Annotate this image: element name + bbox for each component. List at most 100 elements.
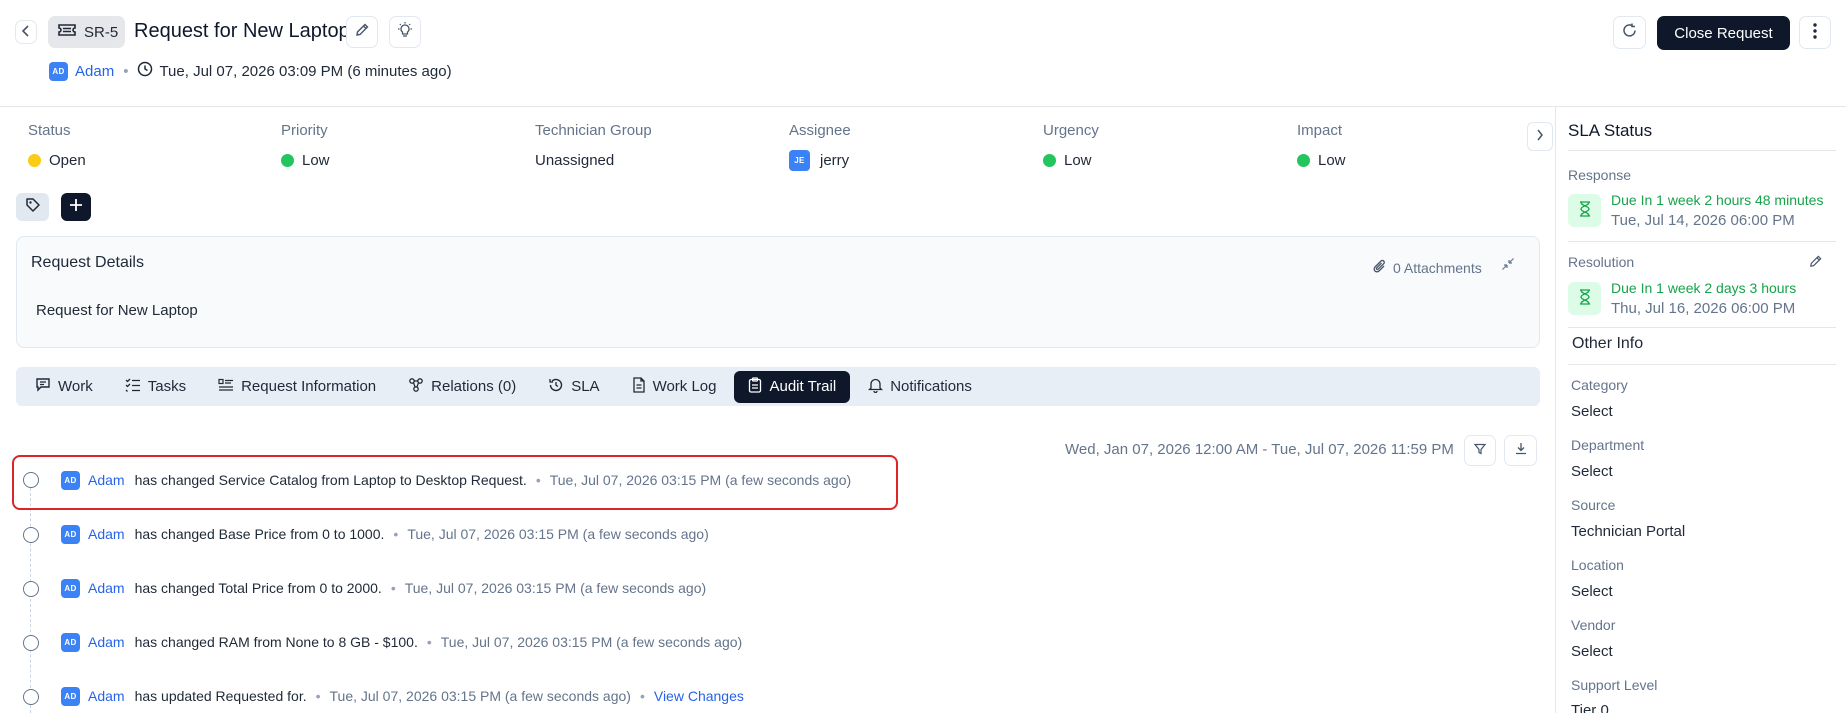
audit-entry-radio[interactable] — [23, 527, 39, 543]
paperclip-icon — [1373, 259, 1387, 277]
user-link[interactable]: Adam — [88, 688, 125, 704]
filter-button[interactable] — [1464, 435, 1496, 466]
status-text: Open — [49, 152, 86, 169]
ticket-id: SR-5 — [84, 23, 119, 41]
vendor-label: Vendor — [1571, 617, 1616, 633]
support-level-label: Support Level — [1571, 677, 1658, 693]
header-divider — [0, 106, 1846, 107]
download-icon — [1515, 442, 1527, 459]
resolution-due: Due In 1 week 2 days 3 hours — [1611, 280, 1797, 296]
audit-date-range[interactable]: Wed, Jan 07, 2026 12:00 AM - Tue, Jul 07… — [1065, 441, 1454, 458]
attachments-link[interactable]: 0 Attachments — [1373, 259, 1482, 277]
support-level-select[interactable]: Tier 0 — [1571, 702, 1609, 713]
audit-entry-radio[interactable] — [23, 689, 39, 705]
sidebar-divider-line — [1568, 150, 1836, 151]
tab-work-log[interactable]: Work Log — [618, 371, 731, 403]
audit-entry: AD Adam has changed RAM from None to 8 G… — [61, 627, 742, 657]
vendor-select[interactable]: Select — [1571, 643, 1613, 660]
audit-text: has changed RAM from None to 8 GB - $100… — [134, 634, 418, 650]
user-link[interactable]: Adam — [88, 634, 125, 650]
user-link[interactable]: Adam — [88, 580, 125, 596]
response-due: Due In 1 week 2 hours 48 minutes — [1611, 192, 1824, 208]
status-dot — [28, 154, 41, 167]
edit-title-button[interactable] — [346, 16, 378, 48]
view-changes-link[interactable]: View Changes — [654, 688, 744, 704]
tag-button[interactable] — [16, 193, 49, 221]
user-link[interactable]: Adam — [88, 526, 125, 542]
tab-request-information[interactable]: Request Information — [204, 371, 390, 403]
user-avatar: AD — [61, 632, 80, 652]
audit-text: has changed Base Price from 0 to 1000. — [134, 526, 385, 542]
download-button[interactable] — [1504, 435, 1537, 466]
sla-status-title: SLA Status — [1568, 121, 1653, 140]
tab-label: Relations (0) — [431, 378, 517, 395]
sidebar-divider-line — [1568, 364, 1836, 365]
more-options-button[interactable] — [1799, 16, 1831, 49]
separator-dot: • — [393, 526, 399, 542]
user-avatar: AD — [61, 524, 80, 544]
audit-entry-radio[interactable] — [23, 472, 39, 488]
user-avatar: AD — [61, 470, 80, 490]
hourglass-icon — [1579, 288, 1591, 309]
impact-text: Low — [1318, 152, 1346, 169]
author-line: AD Adam • Tue, Jul 07, 2026 03:09 PM (6 … — [49, 61, 452, 81]
resolution-hourglass-badge — [1568, 282, 1601, 315]
tab-label: Work Log — [652, 378, 717, 395]
separator-dot: • — [426, 634, 432, 650]
audit-entry-radio[interactable] — [23, 635, 39, 651]
close-request-button[interactable]: Close Request — [1657, 16, 1790, 50]
urgency-text: Low — [1064, 152, 1092, 169]
audit-entry-radio[interactable] — [23, 581, 39, 597]
priority-text: Low — [302, 152, 330, 169]
separator-dot: • — [123, 62, 129, 80]
tab-tasks[interactable]: Tasks — [111, 371, 200, 403]
refresh-icon — [1621, 22, 1638, 43]
suggestion-button[interactable] — [389, 16, 421, 48]
collapse-sidebar-button[interactable] — [1527, 122, 1553, 151]
response-hourglass-badge — [1568, 194, 1601, 227]
tab-label: Tasks — [147, 378, 187, 395]
audit-text: has changed Total Price from 0 to 2000. — [134, 580, 382, 596]
author-link[interactable]: Adam — [75, 63, 114, 80]
lightbulb-icon — [396, 21, 414, 43]
technician-group-text: Unassigned — [535, 152, 615, 169]
separator-dot: • — [639, 688, 645, 704]
request-description: Request for New Laptop — [36, 302, 198, 319]
urgency-value[interactable]: Low — [1043, 152, 1092, 169]
tab-notifications[interactable]: Notifications — [854, 371, 986, 403]
technician-group-value[interactable]: Unassigned — [535, 152, 614, 169]
priority-dot — [281, 154, 294, 167]
pencil-icon — [1808, 255, 1823, 273]
separator-dot: • — [390, 580, 396, 596]
location-select[interactable]: Select — [1571, 583, 1613, 600]
impact-value[interactable]: Low — [1297, 152, 1346, 169]
user-link[interactable]: Adam — [88, 472, 125, 488]
tab-work[interactable]: Work — [21, 371, 107, 403]
status-value[interactable]: Open — [28, 152, 86, 169]
back-button[interactable] — [15, 20, 37, 44]
tab-label: SLA — [571, 378, 600, 395]
filter-icon — [1473, 442, 1487, 459]
audit-time: Tue, Jul 07, 2026 03:15 PM (a few second… — [440, 634, 743, 650]
add-tag-button[interactable] — [61, 193, 91, 221]
user-avatar: AD — [61, 578, 80, 598]
pencil-icon — [354, 22, 370, 42]
edit-resolution-button[interactable] — [1808, 254, 1824, 270]
source-select[interactable]: Technician Portal — [1571, 523, 1685, 540]
assignee-value[interactable]: JE jerry — [789, 150, 849, 171]
source-label: Source — [1571, 497, 1616, 513]
collapse-details-button[interactable] — [1501, 257, 1517, 273]
tab-sla[interactable]: SLA — [534, 371, 613, 403]
refresh-button[interactable] — [1613, 16, 1646, 49]
category-select[interactable]: Select — [1571, 403, 1613, 420]
department-select[interactable]: Select — [1571, 463, 1613, 480]
clipboard-icon — [748, 376, 762, 397]
tab-audit-trail[interactable]: Audit Trail — [734, 370, 851, 403]
category-label: Category — [1571, 377, 1628, 393]
tag-icon — [25, 197, 41, 217]
priority-value[interactable]: Low — [281, 152, 330, 169]
kebab-icon — [1813, 22, 1817, 43]
tab-relations[interactable]: Relations (0) — [394, 371, 530, 403]
other-info-title: Other Info — [1572, 335, 1644, 352]
tab-bar: Work Tasks Request Information Relations… — [16, 367, 1540, 406]
